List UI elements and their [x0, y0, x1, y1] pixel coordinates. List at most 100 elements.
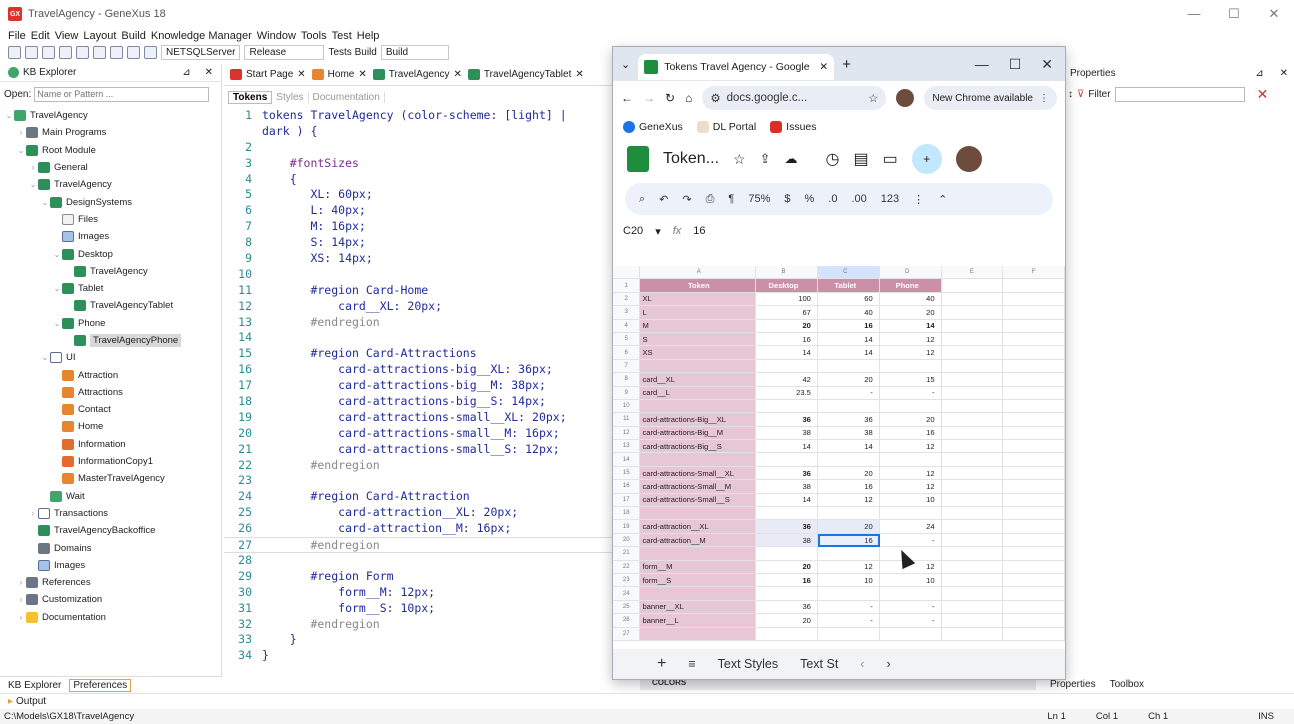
row-number[interactable]: 11 [613, 413, 641, 427]
desktop-cell[interactable] [756, 453, 818, 467]
row-number[interactable]: 10 [613, 399, 641, 414]
cell[interactable] [941, 533, 1004, 548]
tab-tokens[interactable]: Tokens [228, 90, 273, 104]
column-header[interactable]: F [1003, 266, 1066, 280]
cell[interactable] [1003, 319, 1066, 333]
tablet-cell[interactable]: 16 [817, 319, 880, 333]
clear-filter-icon[interactable]: ✕ [1257, 86, 1269, 103]
tab-properties[interactable]: Properties [1050, 679, 1096, 690]
percent-icon[interactable]: % [805, 193, 815, 205]
phone-cell[interactable]: 16 [879, 426, 942, 441]
tree-node[interactable]: › Customization [0, 591, 221, 608]
tablet-cell[interactable] [817, 547, 880, 561]
desktop-cell[interactable]: 14 [756, 493, 818, 508]
phone-cell[interactable]: 20 [879, 413, 942, 427]
cell[interactable] [941, 600, 1004, 615]
decrease-decimal-icon[interactable]: .0 [828, 193, 837, 205]
config-select[interactable]: Release [244, 44, 325, 60]
cell[interactable] [941, 413, 1004, 427]
token-cell[interactable] [640, 359, 757, 374]
cell[interactable] [941, 319, 1004, 333]
row-number[interactable]: 9 [613, 386, 641, 400]
close-tab-icon[interactable]: ✕ [454, 69, 462, 80]
paste-icon[interactable] [93, 45, 106, 59]
new-chrome-available-button[interactable]: New Chrome available ⋮ [924, 86, 1057, 110]
more-tools-icon[interactable]: ⋮ [913, 193, 924, 206]
phone-cell[interactable]: - [879, 600, 942, 615]
cell[interactable] [941, 292, 1004, 307]
column-header[interactable]: E [941, 266, 1004, 280]
name-box[interactable]: C20 [623, 225, 643, 237]
tablet-cell[interactable]: - [817, 600, 880, 615]
tree-node[interactable]: ⌄ UI [0, 349, 221, 366]
tree-node[interactable]: Images [0, 228, 221, 245]
phone-cell[interactable]: 20 [879, 306, 942, 320]
phone-cell[interactable] [879, 359, 942, 374]
bookmark-star-icon[interactable]: ☆ [868, 91, 878, 105]
menu-item-tools[interactable]: Tools [301, 30, 327, 42]
header-cell[interactable]: Phone [879, 279, 942, 293]
tree-toggle-icon[interactable]: › [16, 595, 26, 604]
code-area[interactable]: 1 tokens TravelAgency (color-scheme: [lig… [224, 108, 614, 664]
desktop-cell[interactable]: 36 [756, 466, 818, 481]
desktop-cell[interactable]: 16 [756, 332, 818, 347]
row-number[interactable]: 8 [613, 373, 641, 387]
undo-icon[interactable] [110, 45, 123, 59]
close-tab-icon[interactable]: ✕ [358, 69, 366, 80]
phone-cell[interactable]: 12 [879, 332, 942, 347]
copy-icon[interactable] [76, 45, 89, 59]
row-number[interactable]: 21 [613, 547, 641, 561]
phone-cell[interactable] [879, 453, 942, 467]
tablet-cell[interactable]: 40 [817, 306, 880, 320]
column-header[interactable]: D [879, 266, 942, 280]
tree-toggle-icon[interactable]: ⌄ [28, 180, 38, 189]
cell[interactable] [1003, 306, 1066, 320]
token-cell[interactable] [640, 547, 757, 561]
close-panel-icon[interactable]: ✕ [205, 67, 213, 78]
phone-cell[interactable]: - [879, 386, 942, 400]
tablet-cell[interactable] [817, 359, 880, 374]
tab-styles[interactable]: Styles [272, 91, 309, 103]
cell[interactable] [941, 466, 1004, 481]
bookmark-genexus[interactable]: GeneXus [623, 121, 683, 133]
tab-home[interactable]: Home ✕ [311, 69, 367, 80]
row-number[interactable]: 7 [613, 359, 641, 374]
row-number[interactable]: 16 [613, 480, 641, 494]
search-menus-icon[interactable]: ⌕ [639, 193, 645, 206]
token-cell[interactable]: banner__XL [640, 600, 757, 615]
tree-node[interactable]: MasterTravelAgency [0, 470, 221, 487]
tablet-cell[interactable]: - [817, 386, 880, 400]
phone-cell[interactable]: 10 [879, 573, 942, 588]
collapse-toolbar-icon[interactable]: ⌃ [938, 193, 947, 206]
desktop-cell[interactable]: 100 [756, 292, 818, 307]
token-cell[interactable]: banner__L [640, 614, 757, 628]
menu-item-window[interactable]: Window [257, 30, 296, 42]
tree-node[interactable]: ⌄ Root Module [0, 142, 221, 159]
row-number[interactable]: 4 [613, 319, 641, 333]
output-label[interactable]: Output [16, 696, 46, 707]
zoom-select[interactable]: 75% [748, 193, 770, 205]
row-number[interactable]: 12 [613, 426, 641, 441]
token-cell[interactable]: card__L [640, 386, 757, 400]
row-number[interactable]: 19 [613, 520, 641, 534]
tablet-cell[interactable] [817, 587, 880, 601]
cell[interactable] [1003, 292, 1066, 307]
phone-cell[interactable]: 40 [879, 292, 942, 307]
tree-toggle-icon[interactable]: ⌄ [40, 353, 50, 362]
cell[interactable] [941, 426, 1004, 441]
tree-toggle-icon[interactable]: ⌄ [52, 284, 62, 293]
minimize-icon[interactable]: — [1174, 0, 1214, 28]
desktop-cell[interactable]: 20 [756, 614, 818, 628]
tab-search-icon[interactable]: ⌄ [621, 58, 630, 71]
row-number[interactable]: 27 [613, 627, 641, 641]
tree-node[interactable]: › General [0, 159, 221, 176]
phone-cell[interactable] [879, 587, 942, 601]
row-number[interactable]: 15 [613, 466, 641, 481]
tree-node[interactable]: TravelAgencyPhone [0, 332, 221, 349]
tree-node[interactable]: Contact [0, 401, 221, 418]
cell[interactable] [1003, 493, 1066, 508]
menu-item-build[interactable]: Build [121, 30, 145, 42]
tree-node[interactable]: ⌄ Phone [0, 315, 221, 332]
row-number[interactable]: 20 [613, 533, 641, 548]
tablet-cell[interactable]: 16 [817, 480, 880, 494]
